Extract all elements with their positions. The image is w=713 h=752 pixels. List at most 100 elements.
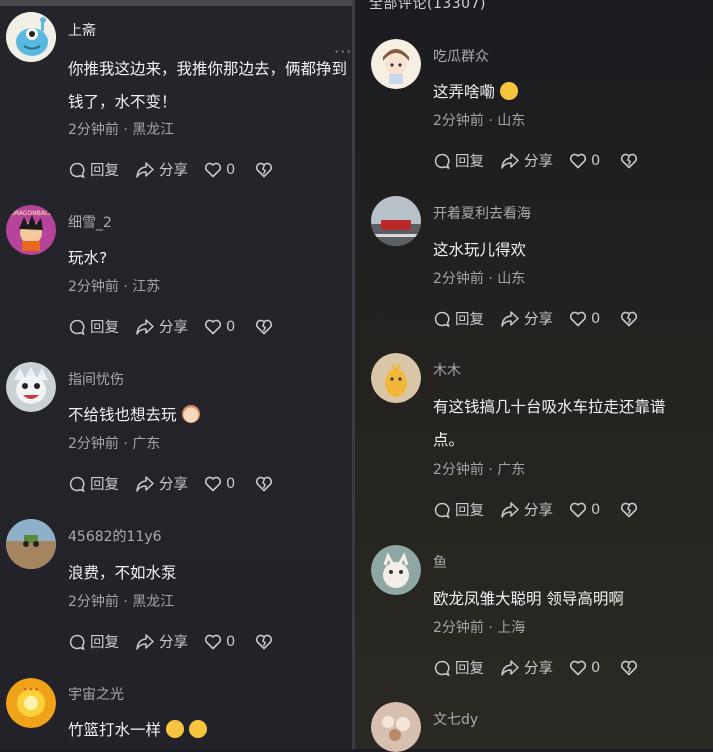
like-count: 0 [226, 475, 236, 492]
reply-button[interactable]: 回复 [433, 150, 484, 171]
heart-icon [569, 660, 587, 676]
comment-text-body: 竹篮打水一样 [68, 721, 162, 739]
comment-text: 玩水? [68, 249, 108, 267]
reply-icon [434, 153, 450, 169]
share-button[interactable]: 分享 [500, 657, 553, 678]
heart-icon [204, 634, 222, 650]
avatar[interactable] [6, 362, 56, 412]
svg-text:DRAGONBALL: DRAGONBALL [10, 210, 52, 217]
share-icon [501, 152, 519, 169]
comment-username[interactable]: 吃瓜群众 [433, 46, 489, 66]
comment-meta: 2分钟前 · 黑龙江 [68, 122, 175, 138]
comment-location: 黑龙江 [132, 122, 175, 138]
heart-icon [204, 476, 222, 492]
like-count: 0 [226, 161, 236, 178]
avatar[interactable]: DRAGONBALL [6, 205, 56, 255]
reply-button[interactable]: 回复 [68, 631, 119, 652]
avatar[interactable] [371, 39, 421, 89]
laughing-emoji-icon [189, 720, 208, 738]
comment-location: 山东 [497, 113, 526, 129]
like-button[interactable]: 0 [204, 475, 235, 492]
like-button[interactable]: 0 [204, 633, 235, 650]
comment-actions: 回复 分享 0 [68, 316, 293, 337]
dislike-button[interactable] [255, 318, 277, 335]
share-button[interactable]: 分享 [500, 499, 553, 520]
share-button[interactable]: 分享 [135, 159, 188, 180]
avatar[interactable] [371, 702, 421, 752]
dislike-button[interactable] [620, 310, 642, 327]
comment-username[interactable]: 开着夏利去看海 [433, 203, 531, 223]
comment-text: 浪费，不如水泵 [68, 564, 177, 582]
like-button[interactable]: 0 [204, 318, 235, 335]
comment-actions: 回复 分享 0 [68, 473, 293, 494]
comment-username[interactable]: 鱼 [433, 552, 447, 572]
comment-username[interactable]: 文七dy [433, 709, 478, 729]
broken-heart-icon [621, 311, 638, 327]
reply-button[interactable]: 回复 [68, 316, 119, 337]
like-button[interactable]: 0 [569, 659, 600, 676]
comment-actions: 回复 分享 0 [433, 499, 658, 520]
reply-icon [434, 660, 450, 676]
cat-emoji-icon [181, 405, 200, 423]
dislike-button[interactable] [620, 501, 642, 518]
reply-button[interactable]: 回复 [68, 159, 119, 180]
comment-username[interactable]: 上斋 [68, 20, 96, 40]
comment-username[interactable]: 指间忧伤 [68, 369, 124, 389]
like-button[interactable]: 0 [569, 152, 600, 169]
share-button[interactable]: 分享 [135, 316, 188, 337]
dislike-button[interactable] [620, 659, 642, 676]
broken-heart-icon [256, 634, 273, 650]
comment-text: 不给钱也想去玩 [68, 399, 348, 432]
like-count: 0 [591, 310, 601, 327]
broken-heart-icon [256, 319, 273, 335]
like-button[interactable]: 0 [569, 501, 600, 518]
reply-icon [434, 502, 450, 518]
reply-button[interactable]: 回复 [433, 499, 484, 520]
heart-icon [204, 319, 222, 335]
dislike-button[interactable] [255, 161, 277, 178]
avatar[interactable]: ✦ ✦ ✦ [6, 678, 56, 728]
avatar[interactable] [371, 196, 421, 246]
dislike-button[interactable] [620, 152, 642, 169]
comment-time: 2分钟前 [68, 436, 119, 452]
reply-button[interactable]: 回复 [433, 308, 484, 329]
reply-icon [434, 311, 450, 327]
comment-time: 2分钟前 [433, 620, 484, 636]
like-count: 0 [226, 318, 236, 335]
comment-text: 竹篮打水一样 [68, 714, 348, 747]
comment-username[interactable]: 木木 [433, 360, 461, 380]
comment-text: 这弄啥嘞 [433, 76, 713, 109]
comment-actions: 回复 分享 0 [68, 631, 293, 652]
broken-heart-icon [256, 162, 273, 178]
comment-location: 江苏 [132, 279, 161, 295]
avatar[interactable] [371, 353, 421, 403]
avatar[interactable] [371, 545, 421, 595]
comment-time: 2分钟前 [68, 594, 119, 610]
like-button[interactable]: 0 [569, 310, 600, 327]
comment-meta: 2分钟前 · 广东 [433, 462, 526, 478]
avatar[interactable] [6, 12, 56, 62]
comment-location: 广东 [497, 462, 526, 478]
comment-username[interactable]: 细雪_2 [68, 212, 112, 232]
comment-text-body: 这弄啥嘞 [433, 83, 496, 101]
share-button[interactable]: 分享 [500, 150, 553, 171]
comment-text: 有这钱搞几十台吸水车拉走还靠谱点。 [433, 398, 666, 449]
share-icon [501, 501, 519, 518]
comment-location: 广东 [132, 436, 161, 452]
comment-actions: 回复 分享 0 [433, 657, 658, 678]
share-button[interactable]: 分享 [135, 473, 188, 494]
share-button[interactable]: 分享 [135, 631, 188, 652]
share-icon [501, 659, 519, 676]
share-icon [136, 475, 154, 492]
reply-button[interactable]: 回复 [433, 657, 484, 678]
comment-username[interactable]: 宇宙之光 [68, 684, 124, 704]
dislike-button[interactable] [255, 475, 277, 492]
reply-button[interactable]: 回复 [68, 473, 119, 494]
like-button[interactable]: 0 [204, 161, 235, 178]
share-button[interactable]: 分享 [500, 308, 553, 329]
broken-heart-icon [621, 660, 638, 676]
avatar[interactable] [6, 519, 56, 569]
dislike-button[interactable] [255, 633, 277, 650]
comment-username[interactable]: 45682的11y6 [68, 526, 162, 546]
like-count: 0 [591, 659, 601, 676]
